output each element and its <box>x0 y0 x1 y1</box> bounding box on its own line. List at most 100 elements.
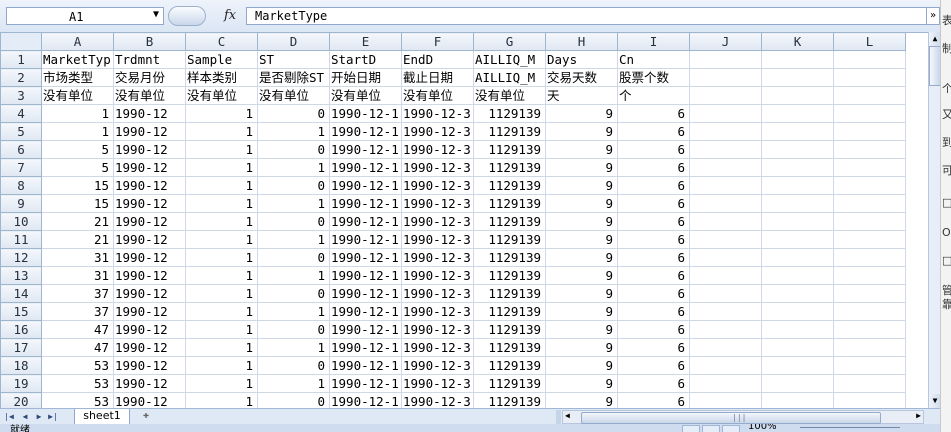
cell[interactable] <box>689 284 762 303</box>
cell[interactable]: 1990-12-1 <box>329 284 402 303</box>
cell[interactable]: 天 <box>545 86 618 105</box>
cell[interactable] <box>761 266 834 285</box>
cell[interactable]: 1990-12-1 <box>329 266 402 285</box>
row-header[interactable]: 2 <box>0 68 42 87</box>
cell[interactable] <box>689 176 762 195</box>
row-header[interactable]: 4 <box>0 104 42 123</box>
cell[interactable]: 1 <box>257 302 330 321</box>
cell[interactable]: 1 <box>185 104 258 123</box>
cell[interactable] <box>689 194 762 213</box>
cell[interactable]: 6 <box>617 104 690 123</box>
cell[interactable] <box>689 50 762 69</box>
cell[interactable] <box>833 212 906 231</box>
cell[interactable]: 1 <box>41 104 114 123</box>
cell[interactable]: 1 <box>185 356 258 375</box>
cell[interactable]: 1 <box>257 194 330 213</box>
cell[interactable]: 9 <box>545 104 618 123</box>
cell[interactable] <box>689 248 762 267</box>
cell[interactable]: 1990-12-3 <box>401 194 474 213</box>
chevron-down-icon[interactable]: ▼ <box>153 9 159 20</box>
cell[interactable]: 1990-12-1 <box>329 248 402 267</box>
cell[interactable] <box>761 86 834 105</box>
prev-sheet-icon[interactable]: ◀ <box>20 410 30 424</box>
cell[interactable] <box>761 50 834 69</box>
cell[interactable]: 9 <box>545 302 618 321</box>
cell[interactable]: 1990-12-3 <box>401 104 474 123</box>
cell[interactable]: 1 <box>185 194 258 213</box>
column-header[interactable]: D <box>257 32 330 51</box>
cell[interactable]: 1 <box>257 374 330 393</box>
cell[interactable]: StartD <box>329 50 402 69</box>
row-header[interactable]: 17 <box>0 338 42 357</box>
cell[interactable]: Days <box>545 50 618 69</box>
scroll-right-icon[interactable]: ▶ <box>916 411 921 420</box>
cell[interactable]: 1990-12-3 <box>401 158 474 177</box>
cell[interactable] <box>761 338 834 357</box>
column-header[interactable]: H <box>545 32 618 51</box>
cell[interactable] <box>761 302 834 321</box>
cell[interactable]: 6 <box>617 176 690 195</box>
cell[interactable]: 1990-12 <box>113 158 186 177</box>
cell[interactable]: 没有单位 <box>113 86 186 105</box>
cell[interactable]: 1990-12 <box>113 212 186 231</box>
row-header[interactable]: 8 <box>0 176 42 195</box>
cell[interactable]: 1990-12-3 <box>401 302 474 321</box>
cell[interactable]: 1990-12-1 <box>329 320 402 339</box>
cell[interactable]: 1990-12 <box>113 320 186 339</box>
cell[interactable] <box>833 320 906 339</box>
cell[interactable]: ST <box>257 50 330 69</box>
cell[interactable]: 31 <box>41 266 114 285</box>
cell[interactable]: 5 <box>41 140 114 159</box>
cell[interactable]: 1990-12-3 <box>401 284 474 303</box>
cell[interactable]: MarketTyp <box>41 50 114 69</box>
cell[interactable] <box>689 338 762 357</box>
column-header[interactable]: B <box>113 32 186 51</box>
cell[interactable]: 1129139 <box>473 266 546 285</box>
cell[interactable]: 1 <box>185 230 258 249</box>
cell[interactable]: 1990-12 <box>113 230 186 249</box>
cell[interactable]: 1129139 <box>473 194 546 213</box>
tab-split-handle[interactable] <box>556 410 561 424</box>
sheet-tab[interactable]: sheet1 <box>74 409 130 425</box>
cell[interactable]: 1990-12 <box>113 302 186 321</box>
row-header[interactable]: 12 <box>0 248 42 267</box>
column-header[interactable]: I <box>617 32 690 51</box>
cell[interactable]: 1 <box>185 302 258 321</box>
cell[interactable]: 1990-12-3 <box>401 266 474 285</box>
cell[interactable] <box>689 212 762 231</box>
cell[interactable]: 1990-12 <box>113 374 186 393</box>
cell[interactable]: 1129139 <box>473 104 546 123</box>
cell[interactable] <box>689 140 762 159</box>
cell[interactable]: 市场类型 <box>41 68 114 87</box>
cell[interactable]: 1129139 <box>473 338 546 357</box>
cell[interactable]: 1990-12 <box>113 122 186 141</box>
column-header[interactable]: G <box>473 32 546 51</box>
cell[interactable]: AILLIQ_M <box>473 68 546 87</box>
row-header[interactable]: 15 <box>0 302 42 321</box>
row-header[interactable]: 13 <box>0 266 42 285</box>
cell[interactable]: 9 <box>545 284 618 303</box>
cell[interactable]: 1990-12-1 <box>329 212 402 231</box>
cell[interactable] <box>833 356 906 375</box>
cell[interactable]: EndD <box>401 50 474 69</box>
cell[interactable]: 1 <box>185 248 258 267</box>
cell[interactable]: Cn <box>617 50 690 69</box>
cell[interactable]: 9 <box>545 338 618 357</box>
cell[interactable]: 是否剔除ST <box>257 68 330 87</box>
last-sheet-icon[interactable]: ▶| <box>48 410 58 424</box>
cell[interactable]: 37 <box>41 284 114 303</box>
cell[interactable]: 6 <box>617 284 690 303</box>
cell[interactable]: 0 <box>257 104 330 123</box>
column-header[interactable]: J <box>689 32 762 51</box>
cell[interactable]: 9 <box>545 248 618 267</box>
cell[interactable]: 1990-12-3 <box>401 140 474 159</box>
cell[interactable] <box>761 158 834 177</box>
cell[interactable]: 37 <box>41 302 114 321</box>
page-layout-view-icon[interactable] <box>702 425 720 432</box>
cell[interactable]: 47 <box>41 320 114 339</box>
cell[interactable]: 9 <box>545 194 618 213</box>
cell[interactable] <box>761 140 834 159</box>
cell[interactable]: 1990-12 <box>113 104 186 123</box>
cell[interactable]: 9 <box>545 320 618 339</box>
row-header[interactable]: 9 <box>0 194 42 213</box>
